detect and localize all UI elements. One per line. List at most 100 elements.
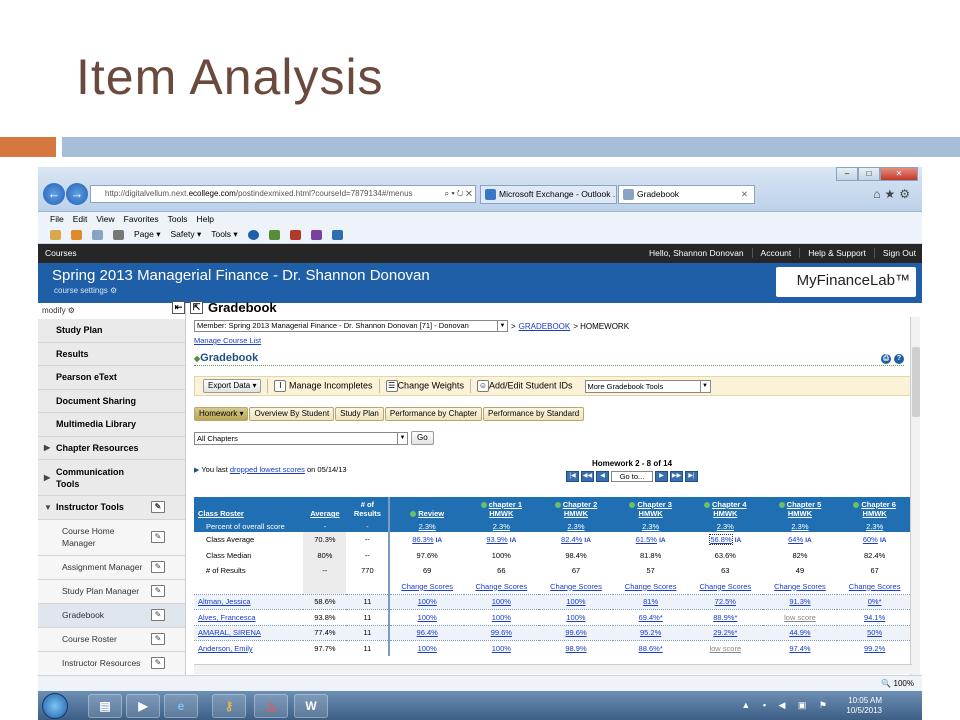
sidebar-item-chapter-resources[interactable]: ▶ Chapter Resources [38, 436, 185, 460]
score-link[interactable]: 72.5% [715, 597, 736, 606]
class-average-value[interactable]: 56.8% [709, 534, 733, 546]
first-page-icon[interactable]: |◀ [566, 471, 579, 482]
student-name-cell[interactable]: Anderson, Emily [194, 640, 304, 656]
tab-performance-by-standard[interactable]: Performance by Standard [483, 407, 585, 421]
vertical-scrollbar[interactable] [910, 317, 920, 709]
assignment-name[interactable]: Chapter 6 [861, 500, 896, 509]
help-icon[interactable] [247, 229, 259, 240]
sidebar-subitem-study-plan-manager[interactable]: Study Plan Manager ✎ [38, 579, 185, 604]
courses-link[interactable]: Courses [45, 248, 77, 258]
home-icon[interactable] [50, 229, 61, 240]
assignment-name[interactable]: Chapter 3 [637, 500, 672, 509]
col-assignment[interactable]: Chapter 3 HMWK [613, 497, 688, 521]
menu-file[interactable]: File [50, 214, 64, 224]
print-icon[interactable]: ⎙ [881, 354, 891, 364]
change-scores-cell[interactable]: Change Scores [464, 579, 539, 595]
col-average[interactable]: Average [303, 497, 347, 521]
tab-close-icon[interactable]: ✕ [741, 186, 748, 203]
score-cell[interactable]: 99.2% [837, 640, 912, 656]
breadcrumb-gradebook-link[interactable]: GRADEBOOK [519, 322, 571, 331]
class-average-cell[interactable]: 56.8% IA [688, 532, 763, 548]
percent-link[interactable]: 2.3% [567, 522, 584, 531]
sidebar-item-results[interactable]: Results [38, 342, 185, 366]
score-cell[interactable]: 94.1% [837, 609, 912, 625]
percent-cell[interactable]: 2.3% [837, 521, 912, 532]
score-link[interactable]: 81% [643, 597, 658, 606]
class-average-value[interactable]: 60% [863, 535, 878, 544]
score-link[interactable]: 99.6% [491, 628, 512, 637]
key-taskbar-icon[interactable]: ⚷ [212, 694, 246, 718]
scrollbar-thumb[interactable] [912, 347, 920, 417]
media-player-taskbar-icon[interactable]: ▶ [126, 694, 160, 718]
score-cell[interactable]: 88.6%* [613, 640, 688, 656]
sidebar-subitem-course-roster[interactable]: Course Roster ✎ [38, 627, 185, 652]
score-cell[interactable]: 100% [388, 640, 464, 656]
tab-gradebook[interactable]: Gradebook ✕ [618, 185, 755, 204]
last-page-icon[interactable]: ▶| [685, 471, 698, 482]
prev-set-icon[interactable]: ◀◀ [581, 471, 594, 482]
percent-cell[interactable]: 2.3% [613, 521, 688, 532]
minimize-button[interactable]: – [836, 167, 858, 181]
sidebar-item-document-sharing[interactable]: Document Sharing [38, 389, 185, 413]
assignment-name[interactable]: Chapter 4 [712, 500, 747, 509]
score-cell[interactable]: 96.4% [388, 624, 464, 641]
assignment-name[interactable]: Chapter 5 [787, 500, 822, 509]
score-cell[interactable]: 99.6% [538, 624, 614, 641]
export-data-button[interactable]: Export Data ▾ [203, 379, 262, 393]
sidebar-subitem-assignment-manager[interactable]: Assignment Manager ✎ [38, 555, 185, 580]
score-link[interactable]: 99.2% [864, 644, 885, 653]
course-settings-link[interactable]: course settings ⚙ [54, 286, 117, 295]
start-button[interactable] [42, 693, 68, 719]
student-name-link[interactable]: Alves, Francesca [198, 613, 256, 622]
item-analysis-link[interactable]: IA [584, 537, 591, 544]
tab-outlook[interactable]: Microsoft Exchange - Outlook ... [480, 185, 617, 204]
score-cell[interactable]: 100% [464, 609, 539, 625]
score-link[interactable]: 100% [418, 597, 437, 606]
manage-incompletes-button[interactable]: I Manage Incompletes [274, 380, 373, 392]
change-scores-cell[interactable]: Change Scores [388, 578, 464, 594]
change-scores-cell[interactable]: Change Scores [539, 579, 614, 595]
percent-cell[interactable]: 2.3% [762, 521, 838, 532]
sidebar-item-multimedia-library[interactable]: Multimedia Library [38, 413, 185, 437]
tab-study-plan[interactable]: Study Plan [335, 407, 384, 421]
next-page-icon[interactable]: ▶ [655, 471, 668, 482]
score-cell[interactable]: 50% [837, 624, 912, 641]
score-link[interactable]: 88.9%* [713, 613, 737, 622]
change-scores-cell[interactable]: Change Scores [688, 579, 763, 595]
edit-icon[interactable]: ✎ [151, 633, 165, 645]
low-score-link[interactable]: low score [709, 644, 741, 653]
score-cell[interactable]: 91.3% [762, 593, 838, 610]
score-link[interactable]: 0%* [868, 597, 882, 606]
class-average-cell[interactable]: 61.5% IA [613, 532, 688, 548]
item-analysis-link[interactable]: IA [880, 537, 887, 544]
edit-icon[interactable]: ✎ [151, 585, 165, 597]
score-link[interactable]: 96.4% [417, 628, 438, 637]
score-cell[interactable]: 44.9% [762, 624, 838, 641]
member-select[interactable]: Member: Spring 2013 Managerial Finance -… [194, 320, 508, 332]
score-cell[interactable]: 100% [538, 593, 614, 610]
assignment-name[interactable]: Chapter 2 [563, 500, 598, 509]
percent-link[interactable]: 2.3% [717, 522, 734, 531]
score-cell[interactable]: 95.2% [613, 624, 688, 641]
help-icon[interactable]: ? [894, 354, 904, 364]
clock[interactable]: 10:05 AM 10/5/2013 [846, 696, 882, 716]
print-icon[interactable] [113, 229, 124, 240]
internet-explorer-taskbar-icon[interactable]: e [164, 694, 198, 718]
safety-menu[interactable]: Safety ▾ [170, 229, 201, 240]
score-link[interactable]: 98.9% [565, 644, 586, 653]
score-link[interactable]: 100% [492, 613, 511, 622]
horizontal-scrollbar[interactable] [194, 664, 912, 674]
score-link[interactable]: 91.3% [789, 597, 810, 606]
student-name-link[interactable]: AMARAL, SIRENA [198, 628, 261, 637]
sidebar-subitem-course-home-manager[interactable]: Course Home Manager ✎ [38, 519, 185, 556]
change-scores-cell[interactable]: Change Scores [837, 579, 912, 595]
class-average-cell[interactable]: 93.9% IA [464, 532, 539, 548]
menu-tools[interactable]: Tools [168, 214, 188, 224]
word-taskbar-icon[interactable]: W [294, 694, 328, 718]
sidebar-item-pearson-etext[interactable]: Pearson eText [38, 366, 185, 390]
score-cell[interactable]: low score [687, 640, 763, 656]
score-link[interactable]: 100% [418, 613, 437, 622]
maximize-button[interactable]: □ [858, 167, 880, 181]
address-controls[interactable]: ⌕ ▾ ↻ ✕ [445, 186, 472, 202]
score-cell[interactable]: 29.2%* [687, 624, 763, 641]
